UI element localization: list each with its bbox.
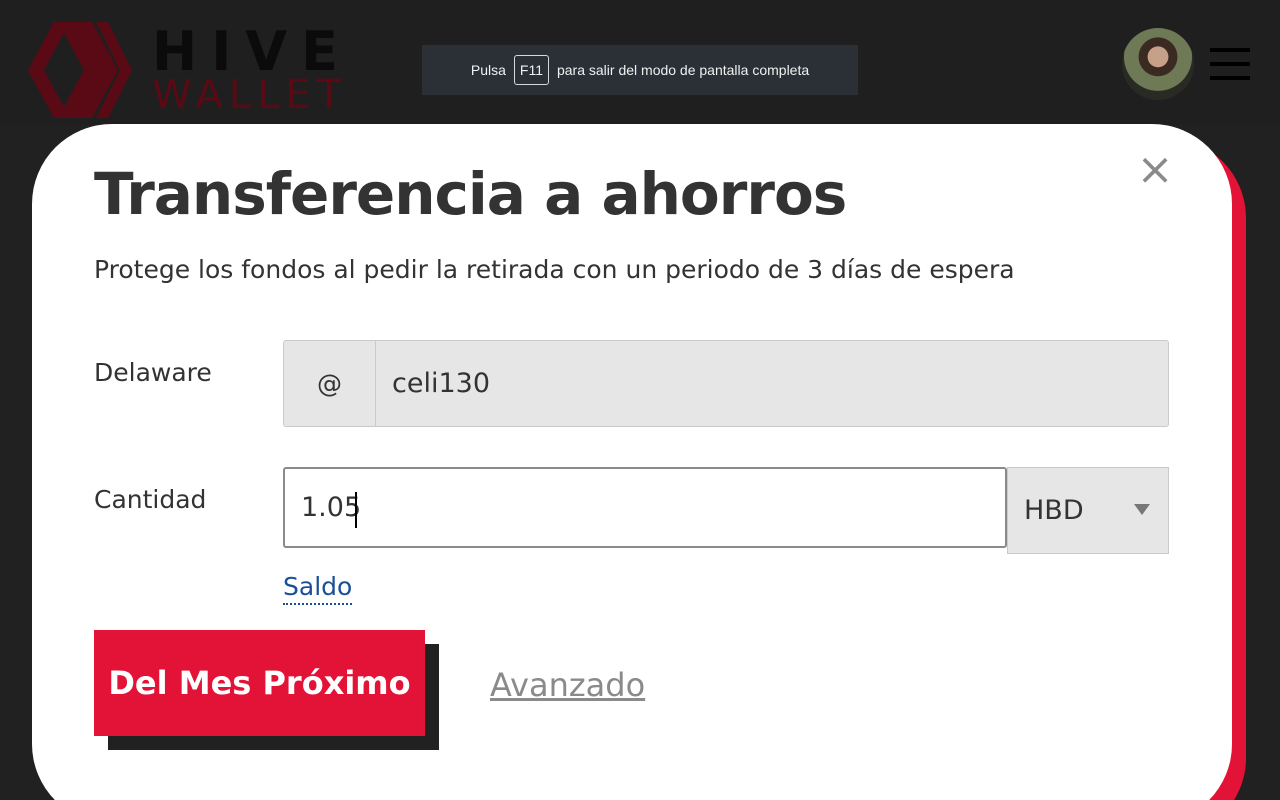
modal-subtitle: Protege los fondos al pedir la retirada …	[94, 255, 1015, 284]
asset-select[interactable]: HBD	[1007, 467, 1169, 554]
modal-title: Transferencia a ahorros	[94, 160, 847, 228]
fullscreen-notice: Pulsa F11 para salir del modo de pantall…	[422, 45, 858, 95]
to-account-input[interactable]	[376, 341, 1168, 426]
f11-key: F11	[513, 55, 549, 85]
chevron-down-icon	[1134, 504, 1150, 515]
to-label: Delaware	[94, 358, 212, 387]
app-header: HIVE WALLET Pulsa F11 para salir del mod…	[0, 0, 1280, 124]
hamburger-menu-icon[interactable]	[1210, 48, 1250, 80]
amount-input[interactable]	[283, 467, 1007, 548]
at-prefix: @	[284, 341, 376, 426]
amount-label: Cantidad	[94, 485, 207, 514]
close-icon[interactable]: ×	[1136, 148, 1174, 192]
user-avatar[interactable]	[1122, 28, 1194, 100]
logo-text-wallet: WALLET	[152, 72, 348, 118]
advanced-link[interactable]: Avanzado	[490, 666, 645, 704]
fullscreen-notice-text: para salir del modo de pantalla completa	[556, 62, 810, 78]
fullscreen-notice-prefix: Pulsa	[470, 62, 506, 78]
balance-link[interactable]: Saldo	[283, 572, 353, 605]
hive-logo-icon	[28, 22, 132, 118]
hive-wallet-logo[interactable]: HIVE WALLET	[28, 20, 341, 122]
to-field-group: @	[283, 340, 1169, 427]
asset-selected-value: HBD	[1024, 495, 1084, 526]
submit-button[interactable]: Del Mes Próximo	[94, 630, 425, 736]
text-caret	[355, 492, 357, 528]
